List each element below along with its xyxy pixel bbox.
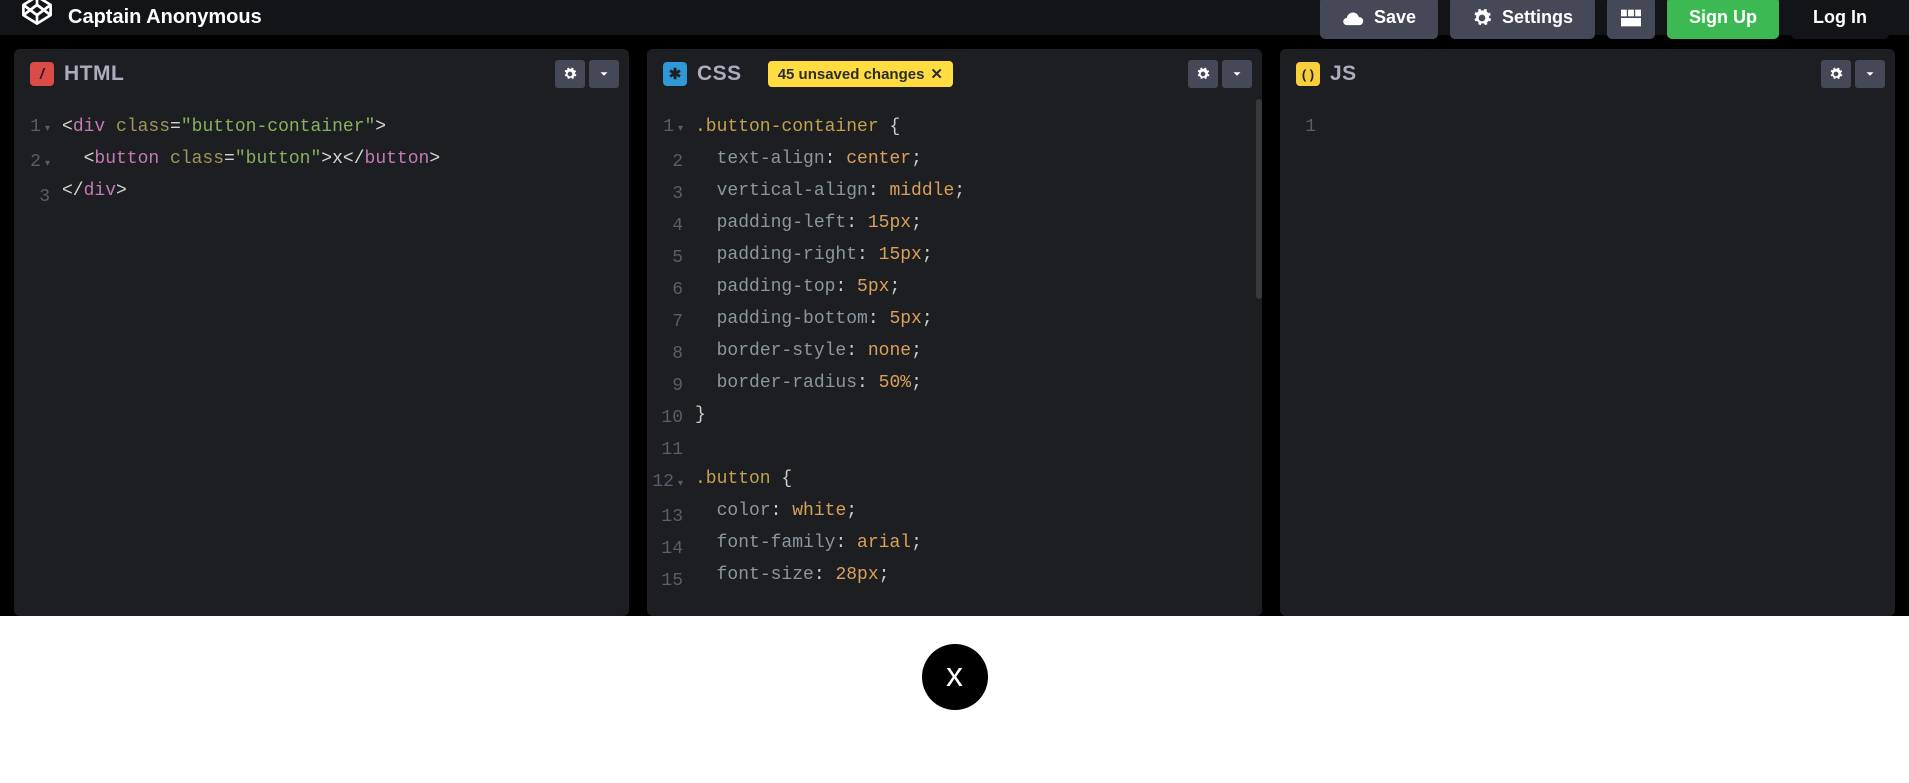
css-source[interactable]: .button-container { text-align: center; … (695, 111, 1262, 616)
css-editor[interactable]: 1▾23456789101112▾131415 .button-containe… (647, 99, 1262, 616)
chevron-down-icon (1230, 67, 1244, 81)
js-icon: ( ) (1296, 62, 1320, 86)
gear-icon (1196, 67, 1210, 81)
css-tab[interactable]: ✱ CSS (647, 49, 758, 99)
html-source[interactable]: <div class="button-container"> <button c… (62, 111, 629, 616)
pen-title[interactable]: Captain Anonymous (68, 6, 262, 29)
html-gutter: 1▾2▾3 (14, 111, 62, 616)
scrollbar[interactable] (1256, 99, 1262, 299)
login-label: Log In (1813, 7, 1867, 28)
js-source[interactable] (1328, 111, 1895, 616)
html-panel: / HTML 1▾2▾3 <div class="button-containe… (14, 49, 629, 616)
codepen-logo-icon (20, 1, 54, 35)
js-gutter: 1 (1280, 111, 1328, 616)
css-settings-button[interactable] (1188, 60, 1218, 88)
settings-label: Settings (1502, 7, 1573, 28)
settings-button[interactable]: Settings (1450, 0, 1595, 39)
html-dropdown-button[interactable] (589, 60, 619, 88)
preview-button[interactable]: x (922, 644, 988, 710)
html-icon: / (30, 62, 54, 86)
gear-icon (1472, 8, 1492, 28)
close-badge-icon[interactable]: ✕ (930, 65, 943, 83)
css-gutter: 1▾23456789101112▾131415 (647, 111, 695, 616)
logo-area: Captain Anonymous (20, 1, 262, 35)
css-label: CSS (697, 62, 742, 86)
html-editor[interactable]: 1▾2▾3 <div class="button-container"> <bu… (14, 99, 629, 616)
unsaved-text: 45 unsaved changes (778, 66, 925, 83)
js-dropdown-button[interactable] (1855, 60, 1885, 88)
chevron-down-icon (597, 67, 611, 81)
js-settings-button[interactable] (1821, 60, 1851, 88)
js-panel-header: ( ) JS (1280, 49, 1895, 99)
signup-label: Sign Up (1689, 7, 1757, 28)
layout-button[interactable] (1607, 0, 1655, 39)
login-button[interactable]: Log In (1791, 0, 1889, 39)
preview-pane: x (0, 616, 1909, 783)
gear-icon (563, 67, 577, 81)
js-label: JS (1330, 62, 1357, 86)
save-label: Save (1374, 7, 1416, 28)
css-dropdown-button[interactable] (1222, 60, 1252, 88)
gear-icon (1829, 67, 1843, 81)
js-panel: ( ) JS 1 (1280, 49, 1895, 616)
save-button[interactable]: Save (1320, 0, 1438, 39)
html-tab[interactable]: / HTML (14, 49, 140, 99)
js-editor[interactable]: 1 (1280, 99, 1895, 616)
unsaved-badge[interactable]: 45 unsaved changes ✕ (768, 61, 953, 87)
chevron-down-icon (1863, 67, 1877, 81)
css-icon: ✱ (663, 62, 687, 86)
css-panel-header: ✱ CSS 45 unsaved changes ✕ (647, 49, 1262, 99)
html-settings-button[interactable] (555, 60, 585, 88)
css-panel: ✱ CSS 45 unsaved changes ✕ 1▾23456789101… (647, 49, 1262, 616)
layout-icon (1621, 9, 1641, 27)
html-label: HTML (64, 62, 124, 86)
signup-button[interactable]: Sign Up (1667, 0, 1779, 39)
html-panel-header: / HTML (14, 49, 629, 99)
header: Captain Anonymous Save Settings Sign Up … (0, 0, 1909, 35)
js-tab[interactable]: ( ) JS (1280, 49, 1373, 99)
editors-row: / HTML 1▾2▾3 <div class="button-containe… (0, 35, 1909, 616)
cloud-icon (1342, 10, 1364, 26)
